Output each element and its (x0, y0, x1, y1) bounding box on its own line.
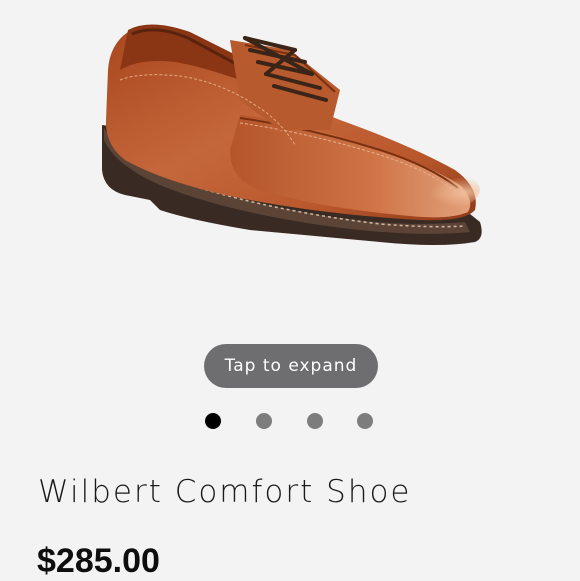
tap-to-expand-button[interactable]: Tap to expand (204, 344, 378, 388)
product-image[interactable] (80, 10, 500, 280)
product-price: $285.00 (37, 542, 160, 580)
gallery-dot-4[interactable] (357, 413, 373, 429)
gallery-dot-1[interactable] (205, 413, 221, 429)
gallery-dot-2[interactable] (256, 413, 272, 429)
product-image-gallery[interactable]: Tap to expand (0, 0, 580, 429)
gallery-dot-3[interactable] (307, 413, 323, 429)
product-title: Wilbert Comfort Shoe (38, 474, 412, 510)
gallery-pagination (205, 413, 380, 429)
